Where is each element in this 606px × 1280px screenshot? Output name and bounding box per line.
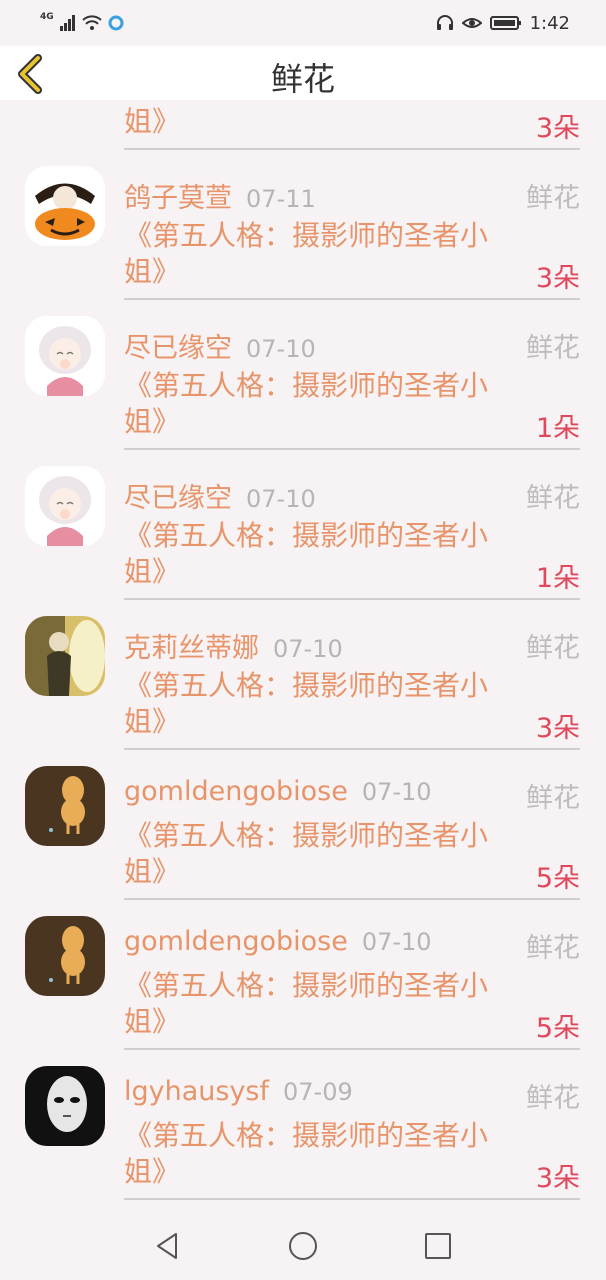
- triangle-back-icon: [157, 1233, 177, 1259]
- circle-home-icon: [289, 1232, 317, 1260]
- wifi-icon: [81, 15, 102, 30]
- work-title[interactable]: 《第五人格：摄影师的圣者小姐》: [124, 668, 504, 740]
- list-item[interactable]: 尽已缘空 07-10 鲜花 《第五人格：摄影师的圣者小姐》 1朵: [0, 450, 606, 600]
- flower-count: 5朵: [535, 1013, 580, 1044]
- gift-date: 07-10: [246, 485, 316, 513]
- user-name[interactable]: 鸽子莫萱 07-11: [124, 176, 316, 215]
- nav-home-button[interactable]: [287, 1230, 319, 1262]
- user-avatar[interactable]: [25, 616, 105, 696]
- headphones-icon: [436, 15, 453, 30]
- page-title: 鲜花: [270, 60, 335, 98]
- list-item[interactable]: 尽已缘空 07-10 鲜花 《第五人格：摄影师的圣者小姐》 1朵: [0, 300, 606, 450]
- user-avatar[interactable]: [25, 1066, 105, 1146]
- gift-type: 鲜花: [526, 333, 580, 364]
- clock: 1:42: [529, 12, 570, 34]
- user-name-text: 尽已缘空: [124, 483, 232, 514]
- flower-list[interactable]: 《第五人格：摄影师的圣者小姐》 3朵 鸽子莫萱 07-11 鲜花 《第五人格：摄影…: [0, 100, 606, 1210]
- user-avatar[interactable]: [25, 466, 105, 546]
- gift-date: 07-10: [361, 928, 432, 956]
- work-title: 《第五人格：摄影师的圣者小姐》: [124, 100, 488, 138]
- gift-date: 07-10: [361, 778, 432, 806]
- work-title[interactable]: 《第五人格：摄影师的圣者小姐》: [124, 968, 504, 1040]
- divider: [124, 1198, 580, 1200]
- work-title[interactable]: 《第五人格：摄影师的圣者小姐》: [124, 1118, 504, 1190]
- nav-recents-button[interactable]: [422, 1230, 454, 1262]
- user-name-text: gomldengobiose: [124, 776, 348, 807]
- user-name-text: 克莉丝蒂娜: [124, 633, 259, 664]
- work-title[interactable]: 《第五人格：摄影师的圣者小姐》: [124, 818, 504, 890]
- user-avatar[interactable]: [25, 166, 105, 246]
- list-item[interactable]: gomldengobiose 07-10 鲜花 《第五人格：摄影师的圣者小姐》 5…: [0, 900, 606, 1050]
- app-notification-icon: [108, 15, 124, 31]
- nav-back-button[interactable]: [152, 1230, 184, 1262]
- mask-avatar-image: [25, 1066, 105, 1146]
- battery-icon: [489, 16, 521, 30]
- flower-count: 5朵: [535, 863, 580, 894]
- user-name[interactable]: 尽已缘空 07-10: [124, 326, 316, 365]
- list-item[interactable]: 克莉丝蒂娜 07-10 鲜花 《第五人格：摄影师的圣者小姐》 3朵: [0, 600, 606, 750]
- network-type: 4G: [40, 12, 54, 22]
- list-item[interactable]: 鸽子莫萱 07-11 鲜花 《第五人格：摄影师的圣者小姐》 3朵: [0, 150, 606, 300]
- anime-girl-avatar-image: [25, 316, 105, 396]
- flower-count: 1朵: [535, 413, 580, 444]
- user-name-text: 尽已缘空: [124, 333, 232, 364]
- flower-count: 1朵: [535, 563, 580, 594]
- user-name[interactable]: 尽已缘空 07-10: [124, 476, 316, 515]
- user-name-text: lgyhausysf: [124, 1076, 270, 1107]
- work-title[interactable]: 《第五人格：摄影师的圣者小姐》: [124, 518, 504, 590]
- flower-count: 3朵: [535, 263, 580, 294]
- gift-type: 鲜花: [526, 783, 580, 814]
- flower-count: 3朵: [535, 1163, 580, 1194]
- anime-girl-avatar-image: [25, 466, 105, 546]
- list-item[interactable]: gomldengobiose 07-10 鲜花 《第五人格：摄影师的圣者小姐》 5…: [0, 750, 606, 900]
- gift-type: 鲜花: [526, 933, 580, 964]
- header-bar: 鲜花: [0, 46, 606, 100]
- gift-date: 07-10: [246, 335, 316, 363]
- gift-type: 鲜花: [526, 1083, 580, 1114]
- list-item[interactable]: 《第五人格：摄影师的圣者小姐》 3朵: [0, 100, 606, 150]
- user-name[interactable]: 克莉丝蒂娜 07-10: [124, 626, 343, 665]
- peanut-avatar-image: [25, 766, 105, 846]
- gift-type: 鲜花: [526, 183, 580, 214]
- pumpkin-avatar-image: [25, 166, 105, 246]
- work-title[interactable]: 《第五人格：摄影师的圣者小姐》: [124, 368, 504, 440]
- flower-count: 3朵: [535, 113, 580, 144]
- user-avatar[interactable]: [25, 766, 105, 846]
- square-recents-icon: [425, 1233, 451, 1259]
- status-bar: 4G 1:42: [0, 0, 606, 46]
- work-title[interactable]: 《第五人格：摄影师的圣者小姐》: [124, 218, 504, 290]
- painting-avatar-image: [25, 616, 105, 696]
- user-name-text: gomldengobiose: [124, 926, 348, 957]
- list-item[interactable]: lgyhausysf 07-09 鲜花 《第五人格：摄影师的圣者小姐》 3朵: [0, 1050, 606, 1200]
- system-nav-bar: [0, 1210, 606, 1280]
- gift-date: 07-10: [273, 635, 343, 663]
- gift-type: 鲜花: [526, 633, 580, 664]
- user-avatar[interactable]: [25, 916, 105, 996]
- user-name[interactable]: lgyhausysf 07-09: [124, 1076, 353, 1107]
- flower-count: 3朵: [535, 713, 580, 744]
- gift-date: 07-09: [283, 1078, 353, 1106]
- gift-type: 鲜花: [526, 483, 580, 514]
- user-name[interactable]: gomldengobiose 07-10: [124, 926, 432, 957]
- peanut-avatar-image: [25, 916, 105, 996]
- user-avatar[interactable]: [25, 316, 105, 396]
- user-name-text: 鸽子莫萱: [124, 183, 232, 214]
- gift-date: 07-11: [246, 185, 316, 213]
- eye-icon: [461, 18, 482, 28]
- signal-icon: [59, 15, 75, 31]
- user-name[interactable]: gomldengobiose 07-10: [124, 776, 432, 807]
